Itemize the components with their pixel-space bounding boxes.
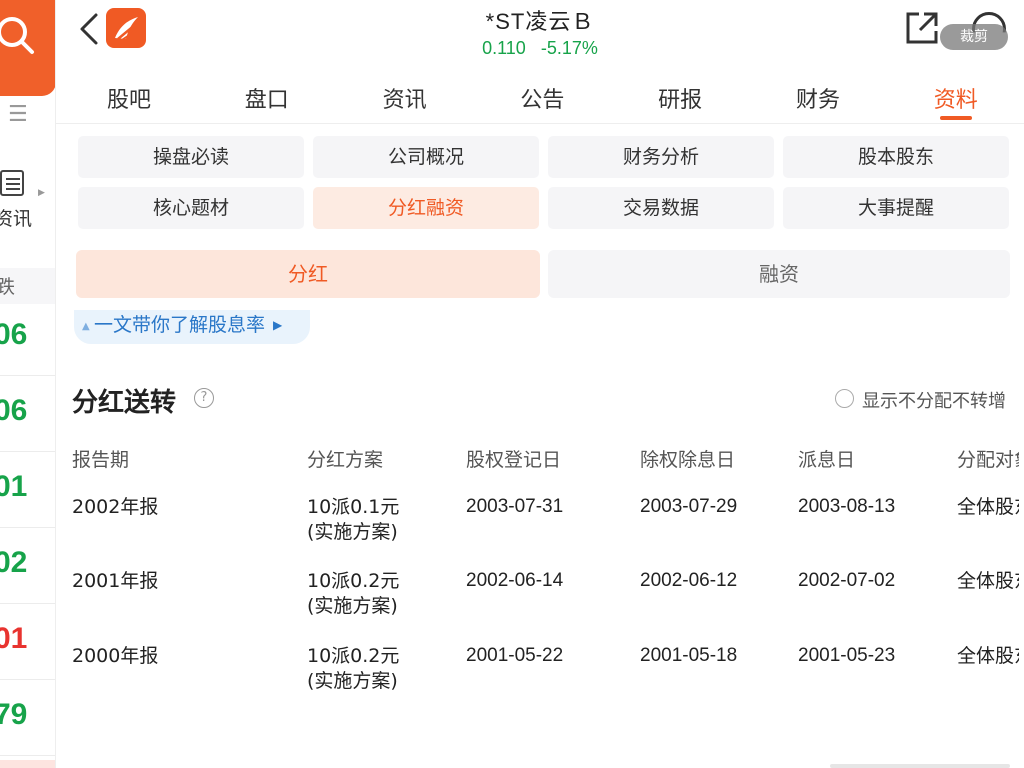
cell-ex-date: 2001-05-18 (640, 645, 738, 666)
column-header-3: 除权除息日 (640, 449, 736, 471)
main-tabs: 股吧 盘口 资讯 公告 研报 财务 资料 (56, 68, 1024, 124)
sidebar-quote-item[interactable]: 01 (0, 604, 55, 680)
tab-5[interactable]: 财务 (758, 82, 878, 114)
stock-price: 0.110 (482, 38, 526, 58)
sub-tab-4[interactable]: 核心题材 (78, 187, 304, 229)
sidebar-search-button[interactable] (0, 0, 55, 96)
cell-record-date: 2001-05-22 (466, 645, 564, 666)
document-icon (0, 170, 24, 196)
sub-tab-1[interactable]: 公司概况 (313, 136, 539, 178)
sub-tab-3[interactable]: 股本股东 (783, 136, 1009, 178)
home-indicator (830, 764, 1010, 768)
banner-text: 一文带你了解股息率 (94, 314, 266, 336)
help-icon[interactable]: ? (194, 388, 214, 408)
sub-tab-2[interactable]: 财务分析 (548, 136, 774, 178)
sub-tab-6[interactable]: 交易数据 (548, 187, 774, 229)
share-icon[interactable] (904, 10, 940, 46)
sidebar-news-label: 资讯 (0, 208, 33, 230)
column-header-1: 分红方案 (307, 449, 384, 471)
sidebar-quote-item[interactable]: 79 (0, 680, 55, 756)
cell-plan-status: (实施方案) (307, 670, 398, 692)
cell-pay-date: 2002-07-02 (798, 570, 896, 591)
segment-dividend[interactable]: 分红 (76, 250, 540, 298)
column-header-5: 分配对象 (957, 449, 1019, 471)
cell-record-date: 2002-06-14 (466, 570, 564, 591)
show-unallocated-radio[interactable] (835, 389, 854, 408)
cell-ex-date: 2002-06-12 (640, 570, 738, 591)
play-icon: ▶ (273, 318, 283, 332)
sub-tab-0[interactable]: 操盘必读 (78, 136, 304, 178)
segment-financing[interactable]: 融资 (548, 250, 1010, 298)
cell-pay-date: 2003-08-13 (798, 496, 896, 517)
tab-1[interactable]: 盘口 (207, 82, 327, 114)
tab-3[interactable]: 公告 (482, 82, 602, 114)
cell-period: 2002年报 (72, 496, 159, 518)
sidebar-quote-item[interactable]: 01 (0, 452, 55, 528)
sidebar-bottom-strip (0, 760, 55, 768)
sidebar-quote-item[interactable]: 06 (0, 300, 55, 376)
tab-4[interactable]: 研报 (620, 82, 740, 114)
sidebar-sort-header[interactable]: 跌 (0, 268, 55, 304)
section-title: 分红送转 (72, 388, 177, 418)
cell-plan: 10派0.2元 (307, 570, 400, 592)
column-header-4: 派息日 (798, 449, 856, 471)
sidebar-quote-item[interactable]: 06 (0, 376, 55, 452)
column-header-0: 报告期 (72, 449, 130, 471)
triangle-right-icon: ▶ (38, 188, 45, 198)
show-unallocated-label[interactable]: 显示不分配不转增 (862, 387, 1006, 413)
crop-badge[interactable]: 裁剪 (940, 24, 1008, 50)
tab-0[interactable]: 股吧 (69, 82, 189, 114)
cell-period: 2000年报 (72, 645, 159, 667)
search-icon (0, 17, 34, 54)
dividend-yield-banner[interactable]: ▲ 一文带你了解股息率 ▶ (74, 310, 310, 344)
cell-plan: 10派0.1元 (307, 496, 400, 518)
cell-plan-status: (实施方案) (307, 595, 398, 617)
cell-ex-date: 2003-07-29 (640, 496, 738, 517)
stock-change: -5.17% (540, 38, 598, 58)
sidebar-quote-item[interactable]: 02 (0, 528, 55, 604)
stock-title: *ST凌云Ｂ (485, 9, 595, 34)
cell-plan-status: (实施方案) (307, 521, 398, 543)
column-header-2: 股权登记日 (466, 449, 562, 471)
pin-icon: ▲ (82, 321, 90, 332)
left-sidebar: ☰ ▶ 资讯 跌 060601020179 (0, 0, 56, 768)
menu-icon[interactable]: ☰ (8, 102, 28, 127)
tab-6[interactable]: 资料 (896, 82, 1016, 114)
stock-quote: 0.110 -5.17% (56, 38, 1024, 59)
cell-plan: 10派0.2元 (307, 645, 400, 667)
cell-target: 全体股东 (957, 570, 1019, 592)
cell-target: 全体股东 (957, 645, 1019, 667)
sub-tab-7[interactable]: 大事提醒 (783, 187, 1009, 229)
sub-tab-5[interactable]: 分红融资 (313, 187, 539, 229)
cell-record-date: 2003-07-31 (466, 496, 564, 517)
cell-pay-date: 2001-05-23 (798, 645, 896, 666)
sidebar-news-button[interactable]: ▶ 资讯 (0, 168, 55, 230)
cell-period: 2001年报 (72, 570, 159, 592)
active-tab-indicator (940, 116, 972, 120)
sort-label: 跌 (0, 272, 15, 299)
cell-target: 全体股东 (957, 496, 1019, 518)
header: *ST凌云Ｂ 0.110 -5.17% 裁剪 (56, 0, 1024, 68)
tab-2[interactable]: 资讯 (345, 82, 465, 114)
